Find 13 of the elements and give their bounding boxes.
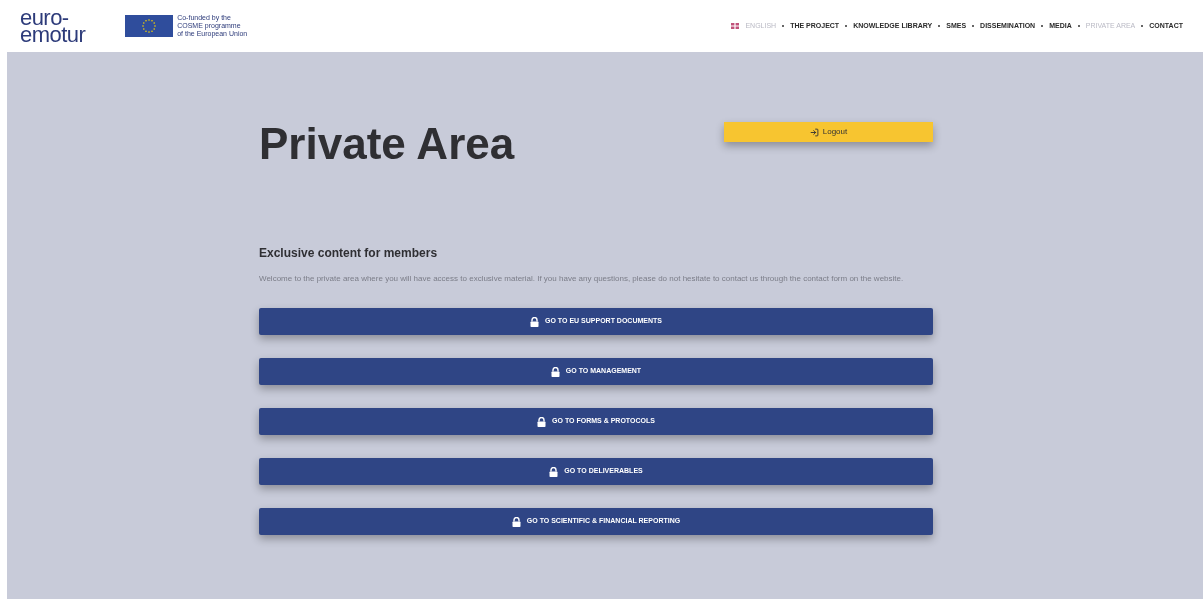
flag-icon bbox=[731, 23, 740, 29]
lock-icon bbox=[530, 316, 540, 327]
flag-icon bbox=[125, 15, 174, 37]
page-title: Private Area bbox=[259, 120, 515, 168]
logout-button[interactable]: Logout bbox=[724, 122, 933, 142]
intro-text: Welcome to the private area where you will have access to exclusive material. If you have any questions, please do not hesitate to contact us through the contact form on the website. bbox=[259, 273, 905, 285]
site-logo[interactable]: euro- emotur bbox=[20, 9, 86, 43]
section-heading: Exclusive content for members bbox=[259, 245, 439, 262]
lock-icon bbox=[537, 416, 547, 427]
logout-icon bbox=[809, 127, 819, 137]
lock-icon bbox=[511, 516, 521, 527]
lock-icon bbox=[549, 466, 559, 477]
lock-icon bbox=[550, 366, 560, 377]
